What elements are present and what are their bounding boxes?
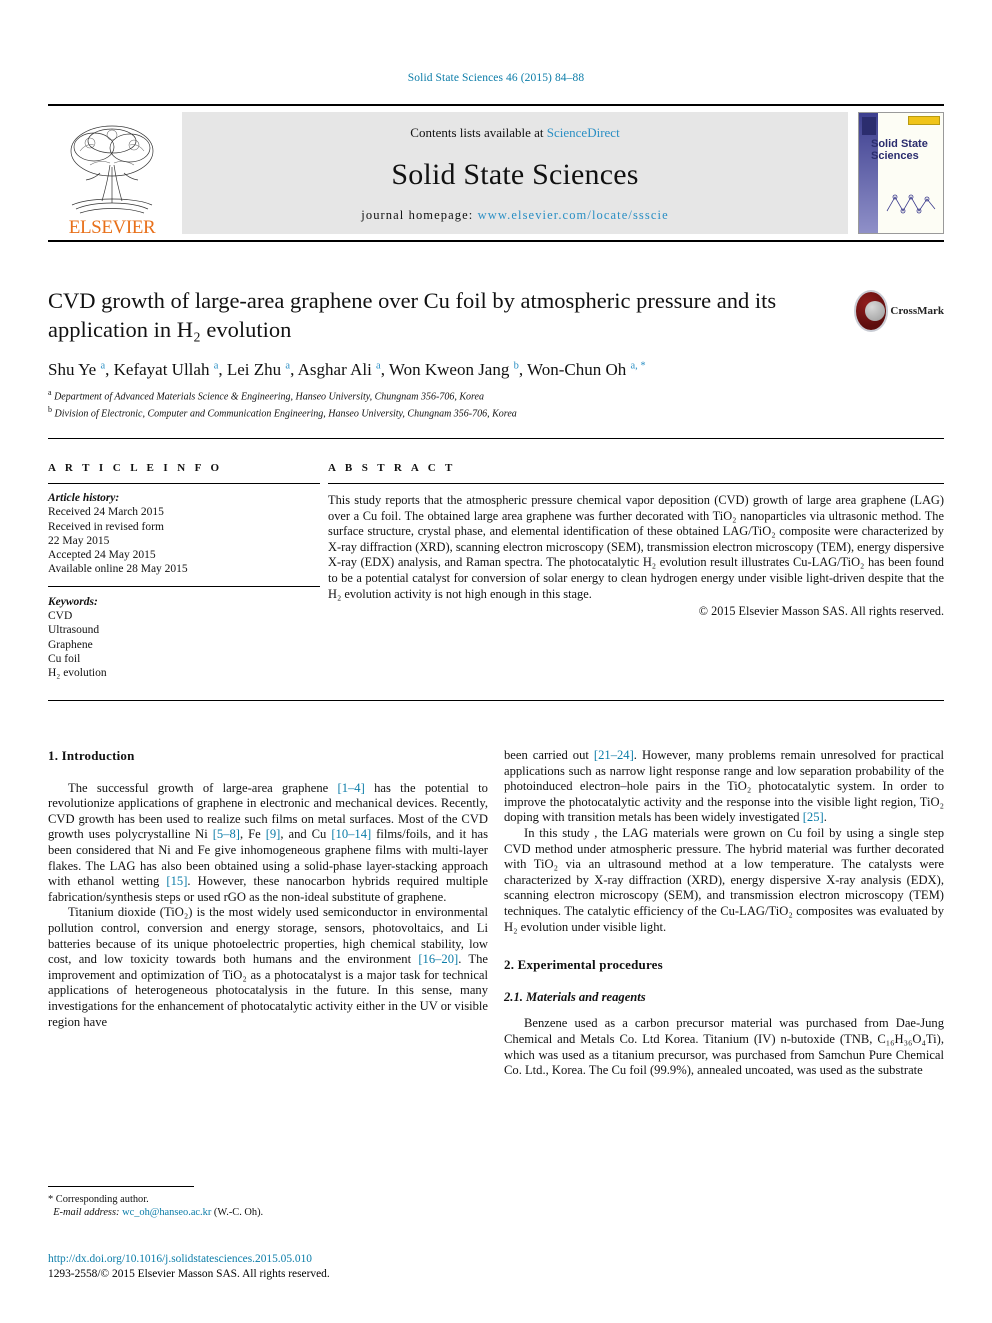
affiliation-b: b Division of Electronic, Computer and C… — [48, 404, 517, 419]
cover-artwork — [886, 194, 936, 214]
body-column-right: been carried out [21–24]. However, many … — [504, 748, 944, 1079]
article-info-heading: A R T I C L E I N F O — [48, 462, 223, 474]
email-label: E-mail address: — [53, 1207, 120, 1218]
section-heading-introduction: 1. Introduction — [48, 748, 135, 763]
paper-page: Solid State Sciences 46 (2015) 84–88 ELS… — [0, 0, 992, 1323]
affiliations: a Department of Advanced Materials Scien… — [48, 387, 928, 420]
crossmark-label: CrossMark — [890, 305, 944, 317]
homepage-prefix: journal homepage: — [361, 208, 478, 222]
affiliation-b-text: Division of Electronic, Computer and Com… — [54, 407, 517, 419]
cover-title-text: Solid State Sciences — [871, 138, 928, 162]
elsevier-wordmark: ELSEVIER — [68, 217, 156, 238]
keyword-item: CVD — [48, 610, 73, 623]
sciencedirect-link[interactable]: ScienceDirect — [547, 125, 620, 140]
email-link[interactable]: wc_oh@hanseo.ac.kr — [122, 1207, 211, 1218]
history-item: Received 24 March 2015 — [48, 506, 164, 519]
keyword-item: Ultrasound — [48, 624, 100, 637]
keyword-item: Cu foil — [48, 652, 81, 665]
citation-link[interactable]: [9] — [266, 827, 281, 841]
crossmark-badge[interactable]: CrossMark — [856, 288, 944, 334]
email-line: E-mail address: wc_oh@hanseo.ac.kr (W.-C… — [48, 1206, 488, 1219]
citation-link[interactable]: [10–14] — [331, 827, 371, 841]
journal-masthead: ELSEVIER Contents lists available at Sci… — [48, 104, 944, 242]
history-item: Received in revised form — [48, 520, 164, 533]
intro-paragraph-3: been carried out [21–24]. However, many … — [504, 748, 945, 825]
abstract-heading: A B S T R A C T — [328, 462, 456, 474]
citation-link[interactable]: [16–20] — [418, 952, 458, 966]
article-title: CVD growth of large-area graphene over C… — [48, 288, 777, 342]
email-suffix: (W.-C. Oh). — [213, 1207, 264, 1218]
elsevier-logo: ELSEVIER — [48, 106, 176, 240]
keyword-item: Graphene — [48, 638, 93, 651]
citation-link[interactable]: [5–8] — [213, 827, 240, 841]
history-item: Accepted 24 May 2015 — [48, 549, 156, 562]
article-info-rule — [48, 483, 320, 484]
citation-link[interactable]: [1–4] — [338, 781, 365, 795]
issn-copyright-line: 1293-2558/© 2015 Elsevier Masson SAS. Al… — [48, 1267, 330, 1280]
cover-top-block — [862, 117, 876, 135]
citation-link[interactable]: [25] — [803, 810, 824, 824]
body-column-left: 1. Introduction The successful growth of… — [48, 748, 488, 1030]
footnote-rule — [48, 1186, 194, 1187]
keywords-rule — [48, 585, 320, 587]
subsection-heading-materials: 2.1. Materials and reagents — [504, 989, 646, 1004]
materials-paragraph-1: Benzene used as a carbon precursor mater… — [504, 1016, 944, 1078]
citation-link[interactable]: [21–24] — [594, 748, 634, 762]
panel-bottom-rule — [48, 700, 944, 701]
section-heading-experimental: 2. Experimental procedures — [504, 957, 663, 973]
history-item: 22 May 2015 — [48, 534, 110, 547]
article-history-block: Article history: Received 24 March 2015 … — [48, 491, 320, 577]
corresponding-author-footnote: * Corresponding author. E-mail address: … — [48, 1186, 488, 1219]
intro-paragraph-1: The successful growth of large-area grap… — [48, 780, 488, 904]
contents-prefix: Contents lists available at — [410, 125, 547, 140]
journal-cover-thumbnail: Solid State Sciences — [858, 112, 944, 234]
keywords-label: Keywords: — [48, 595, 98, 608]
doi-link[interactable]: http://dx.doi.org/10.1016/j.solidstatesc… — [48, 1252, 568, 1267]
panel-top-rule — [48, 438, 944, 439]
masthead-center: Contents lists available at ScienceDirec… — [182, 112, 848, 234]
cover-badge — [908, 116, 940, 125]
article-title-block: CVD growth of large-area graphene over C… — [48, 286, 838, 344]
keywords-block: Keywords: CVD Ultrasound Graphene Cu foi… — [48, 595, 320, 681]
abstract-column: A B S T R A C T This study reports that … — [328, 462, 944, 619]
article-history-label: Article history: — [48, 492, 120, 504]
intro-paragraph-2: Titanium dioxide (TiO₂) is the most wide… — [48, 905, 488, 1029]
history-item: Available online 28 May 2015 — [48, 563, 188, 576]
contents-available-line: Contents lists available at ScienceDirec… — [410, 125, 619, 141]
crossmark-icon — [856, 292, 887, 330]
homepage-url-link[interactable]: www.elsevier.com/locate/ssscie — [478, 208, 669, 222]
affiliation-a-text: Department of Advanced Materials Science… — [54, 391, 484, 403]
elsevier-tree-icon — [70, 125, 154, 214]
journal-homepage-line: journal homepage: www.elsevier.com/locat… — [361, 208, 668, 223]
keyword-item: H₂ evolution — [48, 667, 107, 680]
abstract-text: This study reports that the atmospheric … — [328, 493, 944, 601]
abstract-rule — [328, 483, 944, 484]
intro-paragraph-4: In this study , the LAG materials were g… — [504, 825, 944, 934]
affiliation-a: a Department of Advanced Materials Scien… — [48, 388, 484, 403]
citation-link[interactable]: [15] — [166, 874, 187, 888]
page-footer: http://dx.doi.org/10.1016/j.solidstatesc… — [48, 1252, 568, 1281]
article-info-column: A R T I C L E I N F O Article history: R… — [48, 462, 320, 681]
abstract-copyright: © 2015 Elsevier Masson SAS. All rights r… — [698, 604, 944, 619]
corresponding-author-note: * Corresponding author. — [48, 1194, 149, 1205]
author-list: Shu Ye a, Kefayat Ullah a, Lei Zhu a, As… — [48, 360, 646, 379]
running-head: Solid State Sciences 46 (2015) 84–88 — [407, 72, 585, 84]
journal-title: Solid State Sciences — [391, 157, 639, 191]
